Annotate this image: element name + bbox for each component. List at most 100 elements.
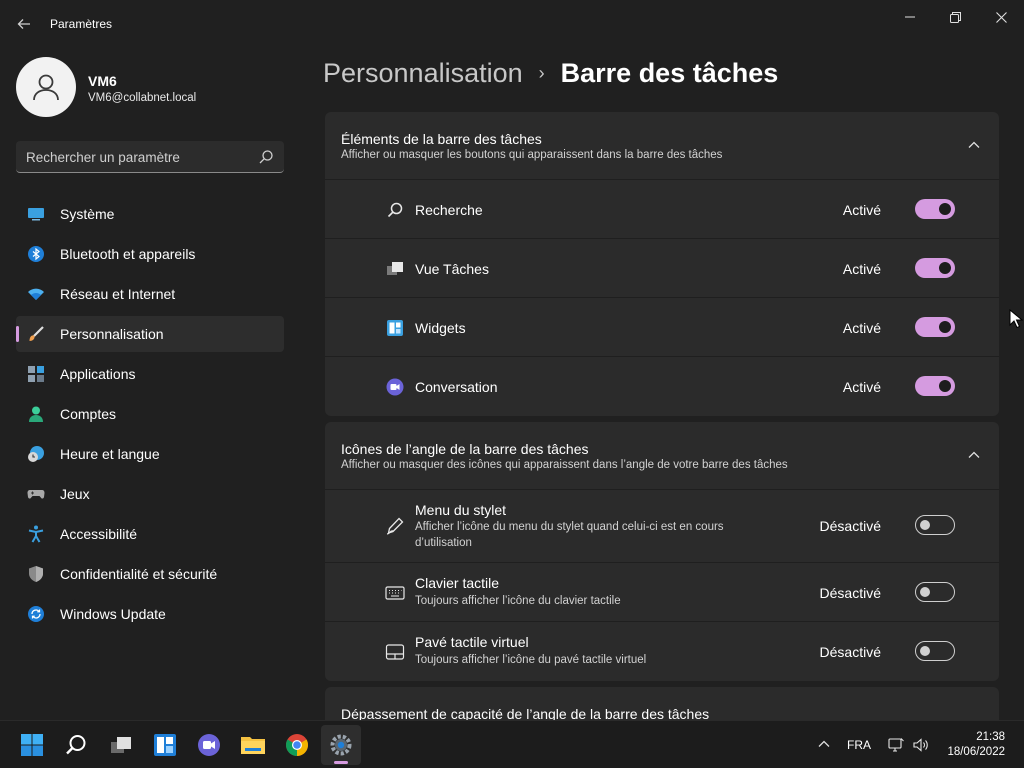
setting-row-clavier-tactile: Clavier tactile Toujours afficher l’icôn…	[325, 563, 999, 622]
taskbar-file-explorer-button[interactable]	[239, 731, 267, 759]
sidebar-item-systeme[interactable]: Système	[16, 196, 284, 232]
sidebar-item-label: Windows Update	[60, 606, 166, 622]
breadcrumb-separator: ›	[538, 63, 545, 83]
setting-row-pave-tactile: Pavé tactile virtuel Toujours afficher l…	[325, 622, 999, 681]
sidebar-item-heure[interactable]: Heure et langue	[16, 436, 284, 472]
chevron-up-icon[interactable]	[817, 737, 831, 751]
taskbar-search-button[interactable]	[62, 731, 90, 759]
task-view-icon	[111, 737, 131, 753]
start-button[interactable]	[18, 731, 46, 759]
setting-label: Widgets	[415, 320, 466, 336]
toggle-state-label: Désactivé	[819, 518, 881, 534]
setting-row-conversation: Conversation Activé	[325, 357, 999, 416]
menu-stylet-toggle[interactable]	[915, 515, 955, 535]
corner-icons-header[interactable]: Icônes de l’angle de la barre des tâches…	[325, 422, 999, 490]
settings-icon	[330, 734, 352, 756]
touchpad-icon	[385, 644, 405, 660]
brush-icon	[29, 326, 44, 341]
system-icon	[28, 208, 44, 221]
setting-label: Vue Tâches	[415, 261, 489, 277]
close-button[interactable]	[978, 6, 1024, 28]
apps-icon	[28, 366, 44, 382]
search-icon	[66, 735, 86, 755]
sidebar-item-label: Heure et langue	[60, 446, 160, 462]
toggle-state-label: Activé	[842, 379, 881, 395]
breadcrumb: Personnalisation › Barre des tâches	[323, 58, 778, 89]
pave-tactile-toggle[interactable]	[915, 641, 955, 661]
taskbar-chrome-button[interactable]	[283, 731, 311, 759]
taskbar-widgets-button[interactable]	[151, 731, 179, 759]
minimize-icon	[905, 16, 915, 18]
pen-icon	[386, 517, 404, 535]
sidebar-item-label: Jeux	[60, 486, 90, 502]
toggle-state-label: Activé	[842, 202, 881, 218]
taskbar-task-view-button[interactable]	[107, 731, 135, 759]
person-icon	[33, 74, 59, 101]
setting-description: Afficher l’icône du menu du stylet quand…	[415, 521, 724, 549]
sidebar-item-label: Confidentialité et sécurité	[60, 566, 218, 582]
sidebar-item-label: Accessibilité	[60, 526, 138, 542]
toggle-state-label: Désactivé	[819, 585, 881, 601]
corner-icons-section: Icônes de l’angle de la barre des tâches…	[325, 422, 999, 681]
recherche-toggle[interactable]	[915, 199, 955, 219]
restore-icon	[949, 11, 961, 23]
section-title: Icônes de l’angle de la barre des tâches	[341, 441, 589, 457]
volume-icon[interactable]	[912, 736, 930, 754]
sidebar-item-reseau[interactable]: Réseau et Internet	[16, 276, 284, 312]
sidebar-item-applications[interactable]: Applications	[16, 356, 284, 392]
accessibility-icon	[28, 525, 44, 543]
setting-label: Clavier tactile	[415, 575, 500, 591]
sidebar-item-personnalisation[interactable]: Personnalisation	[16, 316, 284, 352]
search-box[interactable]	[16, 141, 284, 173]
file-explorer-icon	[241, 737, 265, 754]
widgets-icon	[387, 320, 403, 336]
sidebar-item-label: Système	[60, 206, 115, 222]
chevron-up-icon[interactable]	[967, 138, 981, 152]
corner-overflow-header[interactable]: Dépassement de capacité de l’angle de la…	[325, 687, 999, 720]
bluetooth-icon	[28, 246, 44, 262]
taskbar-items-section: Éléments de la barre des tâches Afficher…	[325, 112, 999, 416]
sidebar-item-windows-update[interactable]: Windows Update	[16, 596, 284, 632]
taskbar-chat-button[interactable]	[195, 731, 223, 759]
taskbar-items-header[interactable]: Éléments de la barre des tâches Afficher…	[325, 112, 999, 180]
sidebar-item-label: Applications	[60, 366, 136, 382]
setting-description: Toujours afficher l’icône du pavé tactil…	[415, 654, 647, 666]
clock[interactable]: 21:38 18/06/2022	[947, 730, 1005, 760]
language-indicator[interactable]: FRA	[847, 738, 871, 752]
active-app-indicator	[334, 761, 348, 764]
setting-description: Toujours afficher l’icône du clavier tac…	[415, 595, 621, 607]
minimize-button[interactable]	[887, 6, 933, 28]
avatar[interactable]	[16, 57, 76, 117]
conversation-toggle[interactable]	[915, 376, 955, 396]
restore-button[interactable]	[932, 6, 978, 28]
clavier-tactile-toggle[interactable]	[915, 582, 955, 602]
sidebar-item-confidentialite[interactable]: Confidentialité et sécurité	[16, 556, 284, 592]
network-icon[interactable]	[887, 736, 905, 754]
widgets-toggle[interactable]	[915, 317, 955, 337]
setting-row-vue-taches: Vue Tâches Activé	[325, 239, 999, 298]
taskbar-settings-button[interactable]	[321, 725, 361, 765]
shield-icon	[29, 566, 43, 582]
settings-panel[interactable]: Éléments de la barre des tâches Afficher…	[325, 112, 999, 720]
sidebar-nav: Système Bluetooth et appareils Réseau et…	[16, 196, 284, 636]
sidebar-item-comptes[interactable]: Comptes	[16, 396, 284, 432]
setting-label: Recherche	[415, 202, 483, 218]
breadcrumb-parent[interactable]: Personnalisation	[323, 58, 523, 89]
back-button[interactable]	[12, 12, 36, 36]
chevron-up-icon[interactable]	[967, 448, 981, 462]
keyboard-icon	[385, 586, 405, 600]
section-title: Dépassement de capacité de l’angle de la…	[341, 706, 710, 720]
setting-label: Conversation	[415, 379, 498, 395]
user-email: VM6@collabnet.local	[88, 92, 197, 104]
app-title: Paramètres	[50, 17, 113, 31]
user-name: VM6	[88, 73, 117, 89]
sidebar-item-bluetooth[interactable]: Bluetooth et appareils	[16, 236, 284, 272]
search-input[interactable]	[26, 141, 246, 173]
search-icon[interactable]	[258, 149, 274, 165]
close-icon	[995, 11, 1007, 23]
section-title: Éléments de la barre des tâches	[341, 131, 542, 147]
setting-row-widgets: Widgets Activé	[325, 298, 999, 357]
sidebar-item-accessibilite[interactable]: Accessibilité	[16, 516, 284, 552]
sidebar-item-jeux[interactable]: Jeux	[16, 476, 284, 512]
vue-taches-toggle[interactable]	[915, 258, 955, 278]
